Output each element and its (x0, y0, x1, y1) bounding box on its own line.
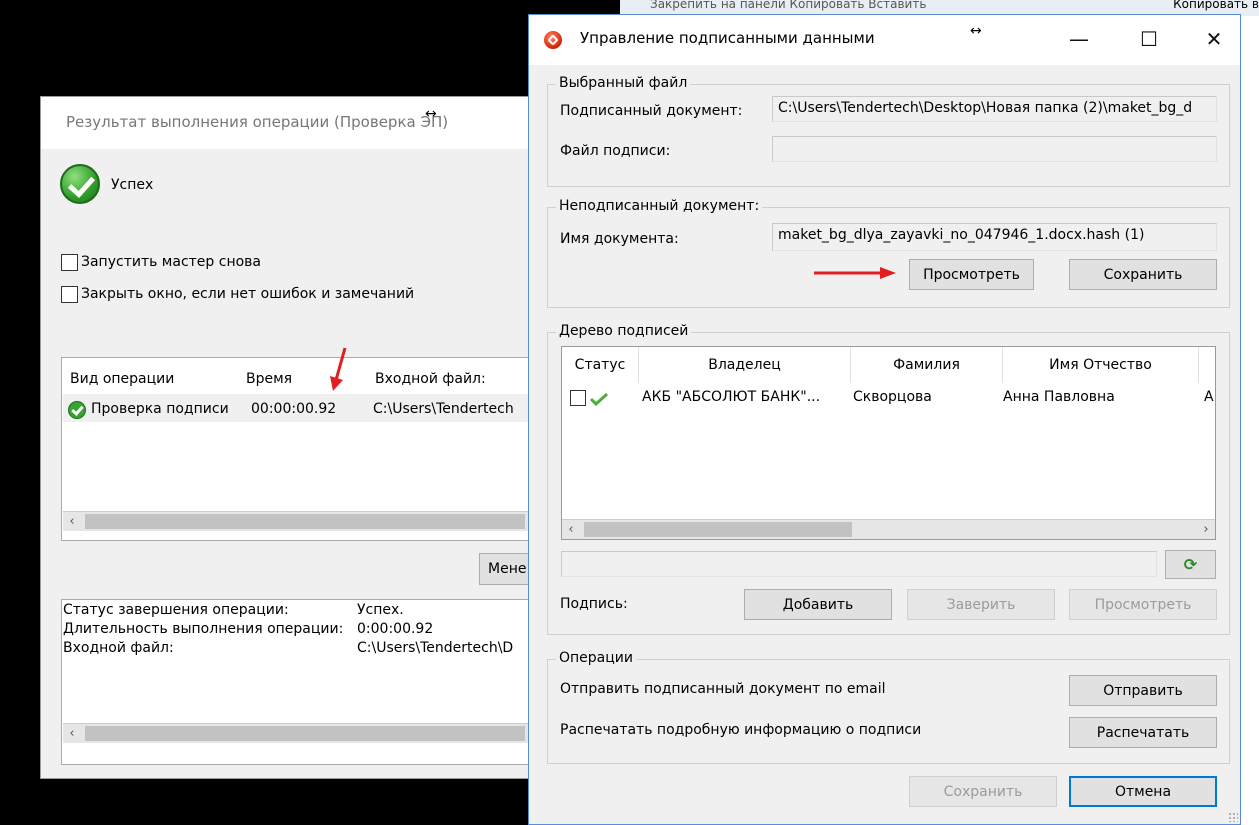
annotation-arrow-right (814, 267, 896, 279)
resize-grip-icon[interactable] (1228, 812, 1238, 822)
valid-check-icon (589, 392, 609, 406)
signed-document-label: Подписанный документ: (560, 103, 743, 119)
close-window-checkbox[interactable] (61, 286, 78, 303)
email-label: Отправить подписанный документ по email (560, 681, 886, 697)
operation-type-cell: Проверка подписи (91, 401, 229, 417)
check-status-icon (68, 401, 86, 419)
save-unsigned-button[interactable]: Сохранить (1069, 259, 1217, 290)
main-dialog-title: Управление подписанными данными (580, 29, 875, 47)
print-button[interactable]: Распечатать (1069, 717, 1217, 748)
extra-cell: А (1204, 389, 1214, 405)
operation-file-cell: C:\Users\Tendertech (373, 401, 514, 417)
ribbon-right-text: Копировать в (1173, 0, 1259, 11)
maximize-icon[interactable]: ☐ (1134, 27, 1164, 51)
signature-path-field[interactable] (561, 551, 1157, 577)
column-header-name[interactable]: Имя Отчество (1003, 347, 1199, 383)
success-label: Успех (111, 177, 154, 193)
tree-hscrollbar[interactable]: ‹ › (562, 519, 1215, 539)
certify-button[interactable]: Заверить (907, 589, 1055, 620)
signature-label: Подпись: (560, 596, 628, 612)
scroll-right-icon[interactable]: › (1197, 520, 1215, 539)
signature-select-checkbox[interactable] (570, 390, 586, 406)
minimize-icon[interactable]: — (1064, 27, 1094, 51)
operations-hscrollbar[interactable]: ‹ (63, 511, 533, 531)
add-signature-button[interactable]: Добавить (744, 589, 892, 620)
ribbon-left-text: Закрепить на панели Копировать Вставить (650, 0, 927, 11)
duration-label: Длительность выполнения операции: (63, 621, 344, 637)
close-window-label: Закрыть окно, если нет ошибок и замечани… (81, 286, 415, 302)
document-name-field[interactable]: maket_bg_dlya_zayavki_no_047946_1.docx.h… (772, 223, 1217, 251)
signature-tree-group-title: Дерево подписей (556, 323, 692, 339)
result-dialog-title: Результат выполнения операции (Проверка … (66, 113, 449, 131)
input-file-value: C:\Users\Tendertech\D (357, 640, 514, 656)
selected-file-group-title: Выбранный файл (556, 75, 691, 91)
column-header-time[interactable]: Время (246, 371, 292, 387)
cancel-button[interactable]: Отмена (1069, 776, 1217, 807)
document-name-label: Имя документа: (560, 231, 679, 247)
sync-icon: ⟳ (1183, 555, 1198, 574)
signature-file-label: Файл подписи: (560, 143, 671, 159)
operations-group-title: Операции (556, 650, 636, 666)
signature-file-field[interactable] (772, 136, 1217, 162)
result-dialog: Результат выполнения операции (Проверка … (40, 96, 540, 779)
refresh-button[interactable]: ⟳ (1165, 550, 1216, 579)
save-button[interactable]: Сохранить (909, 776, 1057, 807)
restart-wizard-label: Запустить мастер снова (81, 254, 261, 270)
scroll-left-icon[interactable]: ‹ (562, 520, 580, 539)
scroll-left-icon[interactable]: ‹ (63, 512, 81, 532)
print-label: Распечатать подробную информацию о подпи… (560, 722, 922, 738)
close-icon[interactable]: ✕ (1199, 27, 1229, 51)
surname-cell: Скворцова (853, 389, 932, 405)
column-header-surname[interactable]: Фамилия (851, 347, 1003, 383)
main-dialog-titlebar[interactable]: Управление подписанными данными ↔ — ☐ ✕ (529, 15, 1240, 65)
view-unsigned-button[interactable]: Просмотреть (909, 259, 1034, 290)
unsigned-document-group-title: Неподписанный документ: (556, 198, 763, 214)
input-file-label: Входной файл: (63, 640, 174, 656)
resize-cursor-icon: ↔ (425, 106, 437, 122)
operation-time-cell: 00:00:00.92 (251, 401, 337, 417)
signed-data-dialog: Управление подписанными данными ↔ — ☐ ✕ … (528, 14, 1241, 825)
column-header-input-file[interactable]: Входной файл: (375, 371, 486, 387)
send-email-button[interactable]: Отправить (1069, 675, 1217, 706)
resize-cursor-icon: ↔ (970, 23, 982, 39)
scroll-thumb[interactable] (85, 726, 525, 741)
name-cell: Анна Павловна (1003, 389, 1115, 405)
signature-tree-table[interactable]: Статус Владелец Фамилия Имя Отчество АКБ… (561, 346, 1216, 540)
scroll-thumb[interactable] (584, 522, 852, 537)
completion-status-value: Успех. (357, 602, 404, 618)
column-header-status[interactable]: Статус (562, 347, 639, 383)
duration-value: 0:00:00.92 (357, 621, 434, 637)
column-header-owner[interactable]: Владелец (639, 347, 851, 383)
scroll-left-icon[interactable]: ‹ (63, 724, 81, 744)
result-dialog-titlebar[interactable]: Результат выполнения операции (Проверка … (41, 97, 539, 149)
owner-cell: АКБ "АБСОЛЮТ БАНК"... (642, 389, 821, 405)
status-hscrollbar[interactable]: ‹ (63, 723, 533, 743)
annotation-arrow-down (330, 347, 347, 391)
success-icon (60, 164, 100, 204)
view-signature-button[interactable]: Просмотреть (1069, 589, 1217, 620)
completion-status-label: Статус завершения операции: (63, 602, 289, 618)
column-header-operation-type[interactable]: Вид операции (70, 371, 174, 387)
scroll-thumb[interactable] (85, 514, 525, 529)
restart-wizard-checkbox[interactable] (61, 254, 78, 271)
signed-document-field[interactable]: C:\Users\Tendertech\Desktop\Новая папка … (772, 96, 1217, 122)
app-logo-icon (544, 31, 562, 49)
